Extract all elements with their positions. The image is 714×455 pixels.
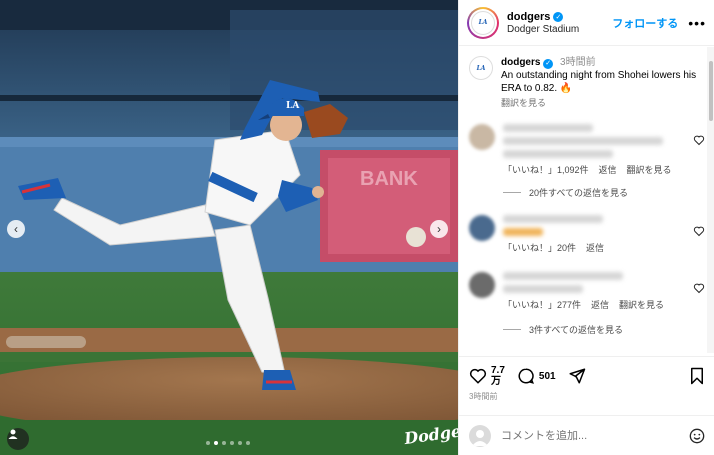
carousel-dot [222, 441, 226, 445]
scrollbar-thumb[interactable] [709, 61, 713, 121]
comment-item: 「いいね！」20件 返信 [459, 215, 707, 254]
carousel-next-button[interactable]: › [430, 220, 448, 238]
carousel-dot-active [214, 441, 218, 445]
bookmark-icon[interactable] [689, 367, 705, 385]
location-link[interactable]: Dodger Stadium [507, 24, 612, 35]
more-options-icon[interactable]: ••• [688, 15, 706, 31]
follow-button[interactable]: フォローする [612, 15, 678, 31]
blurred-text [503, 285, 583, 293]
svg-text:BANK: BANK [360, 168, 418, 190]
blurred-username [503, 272, 623, 280]
comment-like-count[interactable]: 「いいね！」20件 [503, 241, 576, 254]
comment-input[interactable] [501, 429, 689, 442]
user-silhouette-icon [472, 429, 488, 446]
comment-item: 「いいね！」1,092件 返信 翻訳を見る [459, 124, 707, 176]
carousel-dot [206, 441, 210, 445]
blurred-username [503, 124, 593, 132]
comment-translate-link[interactable]: 翻訳を見る [627, 163, 672, 176]
blurred-username [503, 215, 603, 223]
like-heart-icon[interactable] [469, 367, 487, 385]
verified-badge-icon: ✓ [543, 58, 554, 69]
post-timestamp: 3時間前 [469, 392, 498, 401]
carousel-dot [246, 441, 250, 445]
current-user-avatar [469, 424, 491, 447]
comment-like-count[interactable]: 「いいね！」277件 [503, 298, 581, 311]
replies-divider [503, 329, 521, 330]
share-send-icon[interactable] [568, 367, 586, 385]
view-replies-button[interactable]: 20件すべての返信を見る [459, 186, 707, 199]
comment-reply-button[interactable]: 返信 [591, 298, 609, 311]
post-header: LA dodgers ✓ Dodger Stadium フォローする ••• [459, 0, 714, 46]
post-photo[interactable]: BANK LA ‹ › Dodgers [0, 0, 458, 455]
carousel-indicator [206, 441, 250, 445]
heart-icon[interactable] [693, 134, 705, 146]
blurred-text [503, 150, 613, 158]
caption-time: 3時間前 [560, 57, 596, 68]
comment-composer [459, 415, 714, 455]
comment-bubble-icon[interactable] [517, 367, 535, 385]
dodgers-logo-icon: LA [471, 10, 495, 35]
commenter-avatar[interactable] [469, 215, 495, 241]
blurred-text [503, 137, 663, 145]
comment-item: 「いいね！」277件 返信 翻訳を見る [459, 272, 707, 311]
comment-count[interactable]: 501 [539, 371, 556, 382]
profile-avatar[interactable]: LA [467, 6, 499, 39]
comments-list[interactable]: LA dodgers ✓ 3時間前 An outstanding night f… [459, 47, 707, 353]
commenter-avatar[interactable] [469, 272, 495, 298]
post-actions: 7.7 万 501 3時間前 [459, 356, 714, 401]
carousel-dot [238, 441, 242, 445]
svg-text:LA: LA [286, 101, 300, 111]
commenter-avatar[interactable] [469, 124, 495, 150]
replies-divider [503, 192, 521, 193]
like-count[interactable]: 7.7 万 [491, 365, 505, 387]
header-username[interactable]: dodgers [507, 11, 550, 23]
comment-like-count[interactable]: 「いいね！」1,092件 [503, 163, 589, 176]
comments-scrollbar[interactable] [707, 47, 714, 353]
chevron-left-icon: ‹ [14, 222, 18, 236]
post-caption: LA dodgers ✓ 3時間前 An outstanding night f… [459, 47, 707, 110]
comment-translate-link[interactable]: 翻訳を見る [619, 298, 664, 311]
caption-avatar[interactable]: LA [469, 56, 493, 80]
caption-text: An outstanding night from Shohei lowers … [501, 70, 697, 94]
comment-reply-button[interactable]: 返信 [586, 241, 604, 254]
caption-username[interactable]: dodgers [501, 57, 540, 68]
pitcher-photo: BANK LA [0, 0, 458, 455]
verified-badge-icon: ✓ [553, 11, 564, 22]
view-replies-label: 3件すべての返信を見る [529, 325, 624, 335]
view-replies-button[interactable]: 3件すべての返信を見る [459, 323, 707, 336]
tagged-users-button[interactable] [7, 428, 29, 450]
caption-translate-link[interactable]: 翻訳を見る [501, 97, 697, 110]
carousel-dot [230, 441, 234, 445]
dodgers-logo-icon: LA [469, 56, 493, 80]
blurred-text [503, 228, 543, 236]
chevron-right-icon: › [437, 222, 441, 236]
emoji-icon[interactable] [689, 428, 705, 444]
heart-icon[interactable] [693, 282, 705, 294]
view-replies-label: 20件すべての返信を見る [529, 188, 629, 198]
user-icon [8, 429, 18, 439]
post-side-panel: LA dodgers ✓ Dodger Stadium フォローする ••• L… [458, 0, 714, 455]
carousel-prev-button[interactable]: ‹ [7, 220, 25, 238]
comment-reply-button[interactable]: 返信 [599, 163, 617, 176]
heart-icon[interactable] [693, 225, 705, 237]
